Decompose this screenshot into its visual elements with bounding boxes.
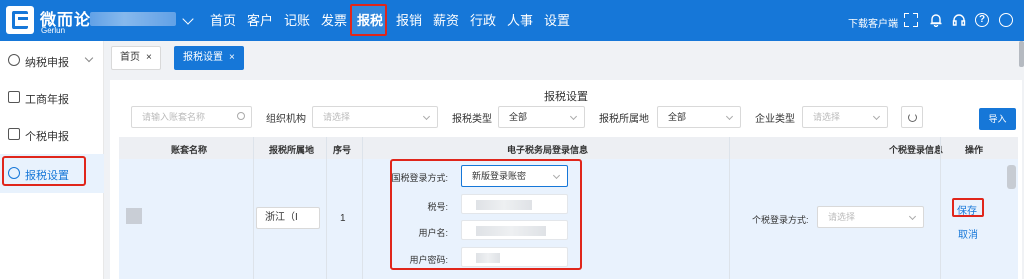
- sidebar-item-personal-tax[interactable]: 个税申报: [0, 115, 104, 154]
- col-account: 账套名称: [171, 145, 208, 155]
- col-op: 操作: [965, 145, 984, 155]
- personal-login-placeholder: 请选择: [828, 212, 856, 222]
- save-button[interactable]: 保存: [957, 202, 977, 217]
- chevron-down-icon: [569, 112, 578, 121]
- chevron-down-icon: [908, 212, 917, 221]
- top-bar: 微而论 Gerlun 首页 客户 记账 发票 报税 报销 薪资 行政 人事 设置…: [0, 0, 1024, 41]
- sidebar-item-label: 工商年报: [25, 94, 69, 106]
- nav-reimbursement[interactable]: 报销: [396, 0, 422, 41]
- sidebar-item-tax-filing[interactable]: 纳税申报: [0, 41, 104, 80]
- org-label: 组织机构: [266, 114, 306, 125]
- company-type-select[interactable]: 请选择: [802, 106, 888, 128]
- close-icon[interactable]: ×: [146, 52, 152, 63]
- personal-login-select[interactable]: 请选择: [817, 206, 924, 228]
- account-name-redacted: [126, 208, 142, 224]
- username-field[interactable]: [461, 220, 568, 240]
- user-avatar-icon[interactable]: [999, 13, 1013, 27]
- tab-label: 首页: [120, 52, 140, 63]
- company-name-redacted[interactable]: [90, 12, 176, 26]
- login-method-label: 国税登录方式:: [391, 173, 448, 183]
- company-type-label: 企业类型: [755, 114, 795, 125]
- page-title: 报税设置: [544, 91, 588, 103]
- chevron-down-icon: [872, 112, 881, 121]
- nav-salary[interactable]: 薪资: [433, 0, 459, 41]
- row-region-value: 浙江（I: [265, 212, 298, 223]
- document-icon: [8, 91, 20, 103]
- org-placeholder: 请选择: [323, 112, 351, 122]
- tab-tax-settings[interactable]: 报税设置 ×: [174, 46, 244, 70]
- region-value: 全部: [668, 112, 687, 122]
- sidebar-item-annual-report[interactable]: 工商年报: [0, 78, 104, 117]
- search-icon: [237, 112, 245, 120]
- username-label: 用户名:: [418, 228, 448, 238]
- account-search-input[interactable]: 请输入账套名称: [131, 106, 252, 128]
- region-select[interactable]: 全部: [657, 106, 741, 128]
- nav-bookkeeping[interactable]: 记账: [284, 0, 310, 41]
- tax-number-label: 税号:: [427, 202, 448, 212]
- bell-icon[interactable]: [929, 13, 943, 27]
- page-scrollbar[interactable]: [1019, 41, 1024, 67]
- tax-filing-icon: [8, 54, 20, 66]
- receipt-icon: [8, 128, 20, 140]
- import-button[interactable]: 导入: [979, 108, 1016, 130]
- download-client-link[interactable]: 下载客户端: [848, 15, 898, 30]
- nav-invoices[interactable]: 发票: [321, 0, 347, 41]
- refresh-button[interactable]: [901, 106, 923, 128]
- org-select[interactable]: 请选择: [312, 106, 438, 128]
- password-field[interactable]: [461, 247, 568, 267]
- nav-tax[interactable]: 报税: [357, 0, 383, 41]
- tab-home[interactable]: 首页 ×: [111, 46, 161, 70]
- nav-settings[interactable]: 设置: [544, 0, 570, 41]
- col-personal: 个税登录信息: [889, 145, 944, 155]
- fullscreen-icon[interactable]: [904, 13, 918, 27]
- tax-type-value: 全部: [509, 112, 528, 122]
- col-etax: 电子税务局登录信息: [507, 145, 589, 155]
- nav-hr[interactable]: 人事: [507, 0, 533, 41]
- cancel-button[interactable]: 取消: [958, 226, 978, 241]
- nav-admin[interactable]: 行政: [470, 0, 496, 41]
- tax-type-label: 报税类型: [452, 114, 492, 125]
- nav-home[interactable]: 首页: [210, 0, 236, 41]
- table-scrollbar[interactable]: [1007, 165, 1016, 189]
- chevron-down-icon: [84, 53, 94, 63]
- row-seq: 1: [340, 213, 346, 224]
- headset-icon[interactable]: [952, 13, 966, 27]
- chevron-down-icon: [725, 112, 734, 121]
- row-region-select[interactable]: 浙江（I: [256, 207, 320, 229]
- login-method-value: 新版登录账密: [472, 171, 527, 181]
- region-label: 报税所属地: [599, 114, 649, 125]
- tab-label: 报税设置: [183, 52, 223, 63]
- password-label: 用户密码:: [409, 255, 448, 265]
- brand-logo-icon: [6, 6, 34, 34]
- chevron-down-icon[interactable]: [182, 13, 194, 25]
- col-region: 报税所属地: [269, 145, 315, 155]
- personal-login-label: 个税登录方式:: [752, 215, 809, 225]
- brand-subtitle: Gerlun: [41, 26, 66, 35]
- chevron-down-icon: [422, 112, 431, 121]
- nav-customers[interactable]: 客户: [247, 0, 273, 41]
- sidebar-active-highlight: [2, 156, 86, 186]
- chevron-down-icon: [552, 171, 561, 180]
- col-seq: 序号: [333, 145, 352, 155]
- sidebar-item-label: 个税申报: [25, 131, 69, 143]
- company-type-placeholder: 请选择: [813, 112, 841, 122]
- refresh-icon: [908, 113, 917, 122]
- sidebar-item-label: 纳税申报: [25, 57, 69, 69]
- close-icon[interactable]: ×: [229, 52, 235, 63]
- tax-number-field[interactable]: [461, 194, 568, 214]
- login-method-select[interactable]: 新版登录账密: [461, 165, 568, 187]
- tax-type-select[interactable]: 全部: [498, 106, 585, 128]
- account-search-placeholder: 请输入账套名称: [142, 112, 206, 122]
- help-icon[interactable]: ?: [975, 13, 989, 27]
